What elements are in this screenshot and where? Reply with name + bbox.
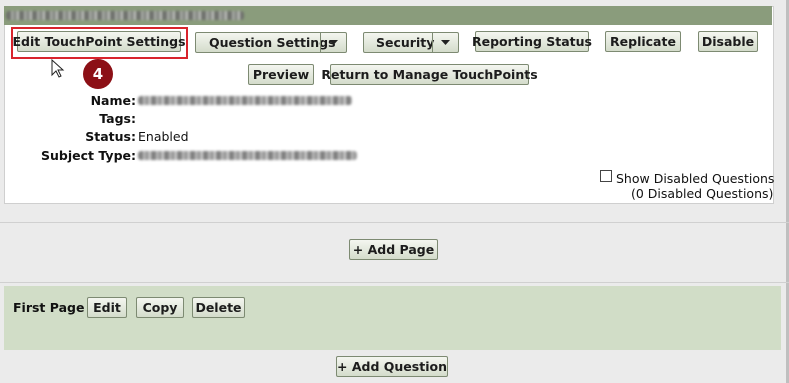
chevron-down-icon (441, 40, 450, 45)
page-edit-button[interactable]: Edit (87, 297, 127, 318)
reporting-status-label: Reporting Status (472, 34, 592, 49)
disable-label: Disable (701, 34, 755, 49)
status-label: Status: (85, 129, 136, 144)
touchpoint-title-bar (4, 6, 772, 25)
name-value-redacted (138, 96, 352, 105)
chevron-down-icon (329, 40, 338, 45)
first-page-panel (4, 286, 781, 350)
security-button[interactable]: Security (363, 32, 459, 53)
security-label: Security (376, 35, 435, 50)
step-number-badge: 4 (83, 59, 113, 89)
add-page-label: + Add Page (352, 242, 435, 257)
subject-type-label: Subject Type: (41, 148, 136, 163)
show-disabled-questions-checkbox[interactable] (600, 170, 612, 182)
step-number: 4 (92, 65, 104, 83)
add-page-button[interactable]: + Add Page (349, 239, 438, 260)
section-divider-top (0, 222, 789, 223)
preview-button[interactable]: Preview (248, 64, 314, 85)
page-delete-button[interactable]: Delete (192, 297, 245, 318)
page-copy-label: Copy (142, 300, 178, 315)
return-to-manage-touchpoints-button[interactable]: Return to Manage TouchPoints (321, 64, 538, 85)
mouse-cursor-icon (51, 59, 65, 78)
touchpoint-title-redacted (6, 11, 244, 20)
add-question-button[interactable]: + Add Question (336, 356, 448, 377)
subject-type-value-redacted (138, 151, 357, 160)
first-page-title: First Page (13, 300, 85, 315)
question-settings-button[interactable]: Question Settings (195, 32, 347, 53)
status-value: Enabled (138, 129, 189, 144)
disabled-questions-count: (0 Disabled Questions) (631, 186, 774, 201)
show-disabled-questions-label: Show Disabled Questions (616, 171, 775, 186)
section-divider-bottom (0, 282, 789, 283)
replicate-button[interactable]: Replicate (605, 31, 681, 52)
disable-button[interactable]: Disable (698, 31, 758, 52)
add-question-label: + Add Question (337, 359, 447, 374)
highlight-box (11, 27, 188, 59)
tags-label: Tags: (99, 111, 136, 126)
return-to-manage-label: Return to Manage TouchPoints (321, 67, 538, 82)
question-settings-dropdown[interactable] (320, 33, 346, 52)
page-edit-label: Edit (93, 300, 121, 315)
question-settings-label: Question Settings (209, 35, 336, 50)
security-dropdown[interactable] (432, 33, 458, 52)
preview-label: Preview (252, 67, 310, 82)
replicate-label: Replicate (610, 34, 676, 49)
page-copy-button[interactable]: Copy (136, 297, 184, 318)
name-label: Name: (90, 93, 136, 108)
reporting-status-button[interactable]: Reporting Status (472, 31, 592, 52)
page-delete-label: Delete (195, 300, 242, 315)
